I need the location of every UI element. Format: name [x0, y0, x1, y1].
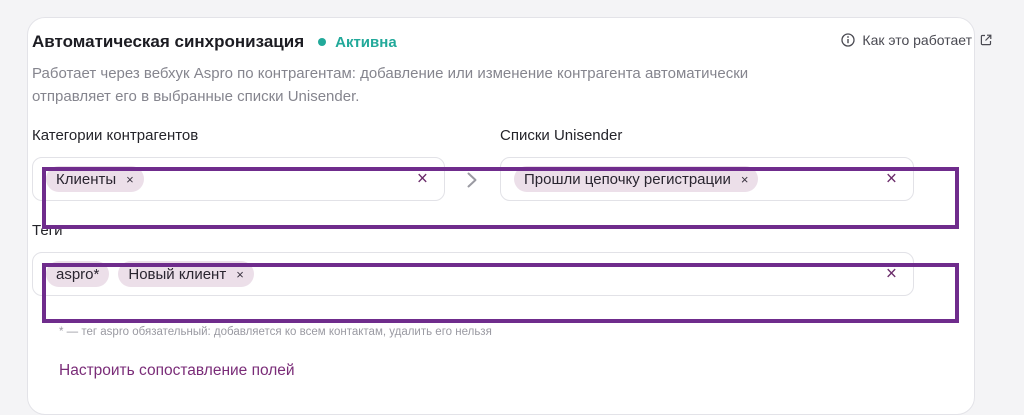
- chip-label: Прошли цепочку регистрации: [524, 170, 731, 188]
- info-icon: [841, 33, 856, 47]
- chip-registration-chain: Прошли цепочку регистрации ×: [514, 166, 759, 192]
- lists-multiselect[interactable]: Прошли цепочку регистрации × ×: [500, 157, 914, 201]
- chip-remove-icon[interactable]: ×: [741, 172, 749, 187]
- chip-label: Новый клиент: [128, 265, 227, 283]
- categories-label: Категории контрагентов: [32, 127, 199, 144]
- how-it-works-label: Как это работает: [862, 32, 972, 48]
- chip-new-client: Новый клиент ×: [118, 261, 254, 287]
- title-row: Автоматическая синхронизация Активна: [32, 32, 397, 52]
- lists-label: Списки Unisender: [500, 127, 623, 144]
- chip-clients: Клиенты ×: [46, 166, 144, 192]
- tags-label: Теги: [32, 222, 63, 239]
- aspro-tag-note: * — тег aspro обязательный: добавляется …: [59, 326, 492, 338]
- configure-field-mapping-link[interactable]: Настроить сопоставление полей: [59, 362, 295, 380]
- status-dot-icon: [318, 38, 327, 46]
- chip-label: Клиенты: [56, 170, 117, 188]
- status-label: Активна: [335, 33, 397, 51]
- chip-aspro: aspro*: [46, 261, 110, 287]
- how-it-works-link[interactable]: Как это работает: [841, 32, 992, 48]
- clear-lists-icon[interactable]: ×: [886, 170, 897, 189]
- status-badge: Активна: [318, 34, 397, 51]
- tags-multiselect[interactable]: aspro* Новый клиент × ×: [32, 252, 914, 296]
- categories-multiselect[interactable]: Клиенты × ×: [32, 157, 445, 201]
- chip-remove-icon[interactable]: ×: [126, 172, 134, 187]
- chip-label: aspro*: [56, 265, 100, 283]
- description: Работает через вебхук Aspro по контраген…: [32, 65, 749, 105]
- clear-tags-icon[interactable]: ×: [886, 265, 897, 284]
- section-title: Автоматическая синхронизация: [32, 32, 305, 51]
- chevron-right-icon: [462, 170, 482, 190]
- clear-categories-icon[interactable]: ×: [417, 170, 428, 189]
- chip-remove-icon[interactable]: ×: [236, 267, 244, 282]
- external-link-icon: [980, 34, 992, 46]
